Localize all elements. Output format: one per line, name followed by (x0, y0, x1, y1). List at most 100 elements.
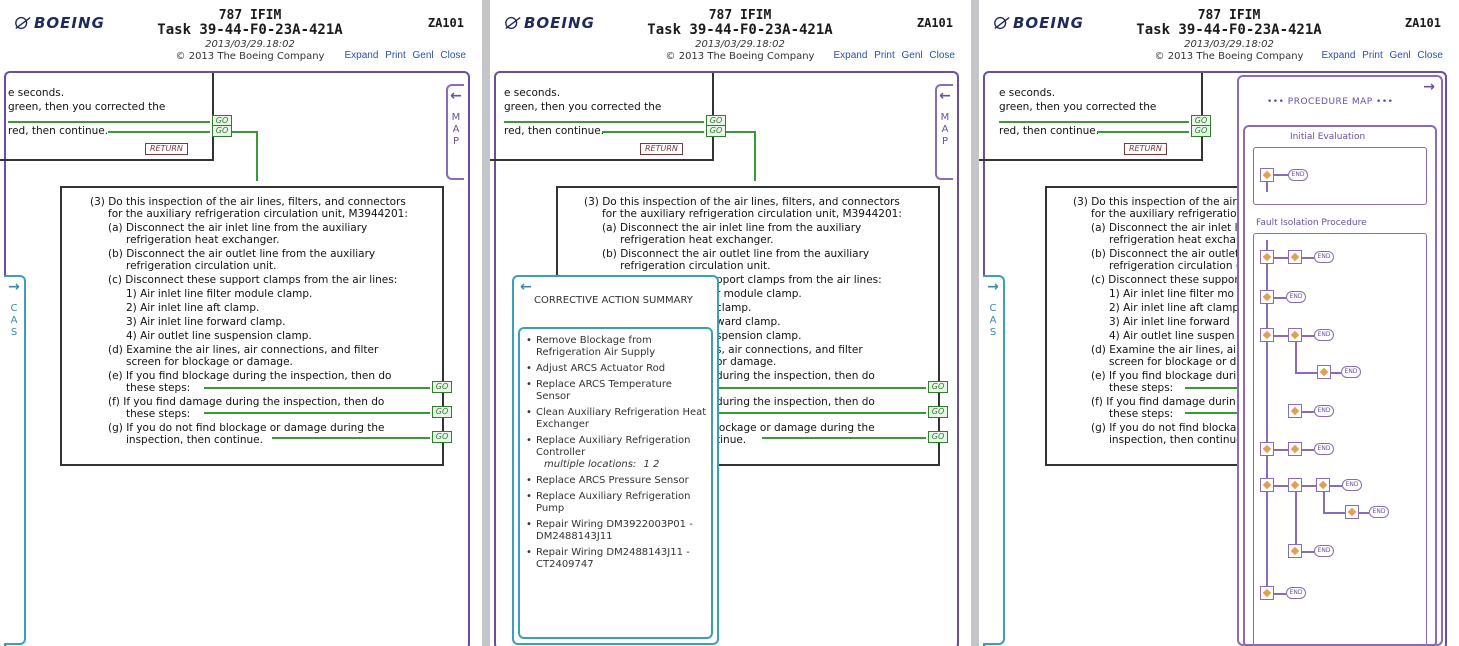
station-id: ZA101 (427, 16, 464, 30)
step-g: (g) If you do not find blocka (1091, 422, 1237, 434)
map-connector (1274, 174, 1288, 176)
genl-link[interactable]: Genl (1390, 50, 1411, 61)
return-button[interactable]: RETURN (145, 143, 188, 155)
flow-text-3: red, then continue. (504, 125, 605, 137)
map-step-node[interactable] (1260, 442, 1274, 456)
cas-item[interactable]: Repair Wiring DM2488143J11 - CT2409747 (526, 547, 707, 571)
map-end-node[interactable]: END (1286, 587, 1306, 599)
genl-link[interactable]: Genl (413, 50, 434, 61)
print-link[interactable]: Print (385, 50, 406, 61)
map-end-node[interactable]: END (1314, 545, 1334, 557)
map-connector (1323, 512, 1345, 514)
go-button[interactable]: GO (706, 125, 726, 137)
map-connector (1274, 257, 1288, 259)
go-button[interactable]: GO (1191, 125, 1211, 137)
map-connector (1266, 304, 1268, 328)
go-button[interactable]: GO (432, 406, 452, 418)
expand-link[interactable]: Expand (833, 50, 867, 61)
map-end-node[interactable]: END (1369, 506, 1389, 518)
multiple-locations-links[interactable]: 1 2 (643, 459, 659, 470)
arrow-left-icon[interactable]: ← (520, 279, 532, 295)
cas-item[interactable]: Replace ARCS Pressure Sensor (526, 475, 707, 487)
procedure-map-title: ••• PROCEDURE MAP ••• (1267, 97, 1394, 107)
map-end-node[interactable]: END (1314, 329, 1334, 341)
map-step-node[interactable] (1260, 168, 1274, 182)
map-tab[interactable]: ← M A P (446, 84, 464, 180)
map-step-node[interactable] (1317, 365, 1331, 379)
cas-panel-header: ← CORRECTIVE ACTION SUMMARY (514, 277, 717, 327)
map-end-node[interactable]: END (1314, 405, 1334, 417)
flow-line (256, 131, 258, 181)
logo-text: BOEING (1013, 14, 1084, 32)
cas-item[interactable]: Replace Auxiliary Refrigeration Controll… (536, 435, 690, 458)
map-connector (1302, 485, 1316, 487)
map-step-node[interactable] (1260, 586, 1274, 600)
map-connector (1266, 456, 1268, 478)
app-title: 787 IFIM (708, 8, 772, 23)
go-button[interactable]: GO (928, 381, 948, 393)
step-b: (b) Disconnect the air outlet line from … (602, 248, 870, 260)
close-link[interactable]: Close (440, 50, 466, 61)
step-g-cont-partial: tinue. (716, 434, 747, 446)
map-step-node[interactable] (1345, 505, 1359, 519)
map-step-node[interactable] (1260, 478, 1274, 492)
cas-tab[interactable]: → C A S (4, 275, 26, 645)
go-button[interactable]: GO (928, 406, 948, 418)
map-step-node[interactable] (1288, 442, 1302, 456)
return-button[interactable]: RETURN (640, 143, 683, 155)
flow-line (1185, 387, 1237, 389)
cas-tab-letter: S (10, 327, 18, 338)
arrow-right-icon[interactable]: → (1423, 79, 1435, 95)
map-step-node[interactable] (1260, 290, 1274, 304)
close-link[interactable]: Close (1417, 50, 1443, 61)
map-end-node[interactable]: END (1341, 366, 1361, 378)
go-button[interactable]: GO (212, 125, 232, 137)
expand-link[interactable]: Expand (344, 50, 378, 61)
procedure-map-box: Initial Evaluation END Fault Isolation P… (1243, 125, 1437, 646)
go-button[interactable]: GO (928, 431, 948, 443)
cas-item[interactable]: Replace ARCS Temperature Sensor (526, 379, 707, 403)
genl-link[interactable]: Genl (902, 50, 923, 61)
map-tab-letter: A (941, 124, 949, 135)
flow-line (1185, 412, 1237, 414)
map-tab[interactable]: ← M A P (935, 84, 953, 180)
map-step-node[interactable] (1288, 328, 1302, 342)
header: BOEING 787 IFIM Task 39-44-F0-23A-421A 2… (490, 0, 971, 70)
map-end-node[interactable]: END (1288, 169, 1308, 181)
flow-text-2: green, then you corrected the (8, 101, 166, 113)
flow-text-1: e seconds. (999, 87, 1056, 99)
map-connector (1295, 492, 1297, 544)
cas-tab[interactable]: → C A S (983, 275, 1005, 645)
cas-tab-letter: C (10, 303, 18, 314)
map-connector (1274, 449, 1288, 451)
cas-item[interactable]: Adjust ARCS Actuator Rod (526, 363, 707, 375)
map-end-node[interactable]: END (1286, 291, 1306, 303)
cas-item[interactable]: Replace Auxiliary Refrigeration Pump (526, 491, 707, 515)
map-step-node[interactable] (1288, 404, 1302, 418)
cas-list-box: Remove Blockage from Refrigeration Air S… (518, 327, 713, 639)
cas-item[interactable]: Remove Blockage from Refrigeration Air S… (526, 335, 707, 359)
map-step-node[interactable] (1260, 250, 1274, 264)
map-end-node[interactable]: END (1314, 443, 1334, 455)
map-step-node[interactable] (1288, 478, 1302, 492)
map-step-node[interactable] (1288, 544, 1302, 558)
map-step-node[interactable] (1316, 478, 1330, 492)
cas-item[interactable]: Clean Auxiliary Refrigeration Heat Excha… (526, 407, 707, 431)
print-link[interactable]: Print (874, 50, 895, 61)
return-button[interactable]: RETURN (1124, 143, 1167, 155)
go-button[interactable]: GO (432, 381, 452, 393)
go-button[interactable]: GO (432, 431, 452, 443)
print-link[interactable]: Print (1362, 50, 1383, 61)
map-end-node[interactable]: END (1314, 251, 1334, 263)
step-f-cont: these steps: (126, 408, 191, 420)
step-c-4-partial: spension clamp. (716, 330, 802, 342)
map-step-node[interactable] (1288, 250, 1302, 264)
step-f-partial: during the inspection, then do (716, 396, 875, 408)
expand-link[interactable]: Expand (1321, 50, 1355, 61)
panel-main: BOEING 787 IFIM Task 39-44-F0-23A-421A 2… (0, 0, 482, 646)
close-link[interactable]: Close (929, 50, 955, 61)
cas-item[interactable]: Repair Wiring DM3922003P01 - DM2488143J1… (526, 519, 707, 543)
map-step-node[interactable] (1260, 328, 1274, 342)
map-end-node[interactable]: END (1342, 479, 1362, 491)
step-c-3: 3) Air inlet line forward (1109, 316, 1230, 328)
